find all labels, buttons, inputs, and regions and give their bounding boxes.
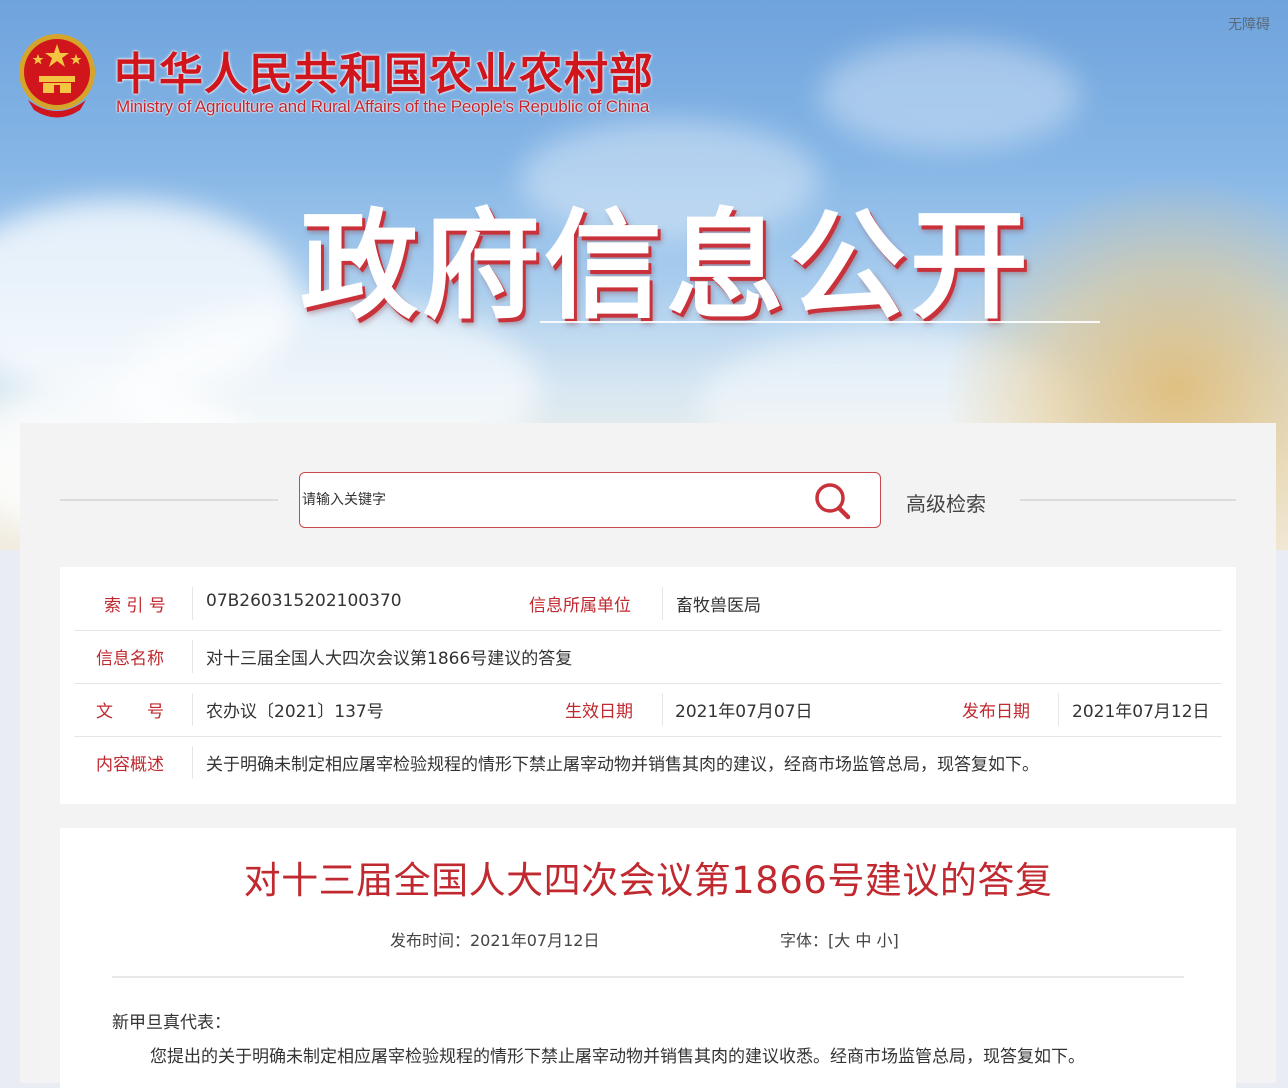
unit-label: 信息所属单位 (529, 596, 631, 616)
font-bracket-close: ] (892, 931, 899, 950)
font-size-large-button[interactable]: 大 (834, 931, 850, 950)
org-name-en: Ministry of Agriculture and Rural Affair… (116, 97, 650, 116)
meta-row-index: 索 引 号 07B260315202100370 信息所属单位 畜牧兽医局 (74, 577, 1222, 631)
banner-divider (540, 321, 1100, 323)
search-divider-right (1020, 499, 1236, 501)
font-size-small-button[interactable]: 小 (876, 931, 892, 950)
index-no-label: 索 引 号 (104, 596, 166, 616)
publish-date-label: 发布日期 (962, 702, 1030, 722)
doc-no-label: 文 号 (96, 702, 164, 722)
advanced-search-link[interactable]: 高级检索 (906, 488, 986, 517)
banner-title: 政府信息公开 (300, 197, 1033, 335)
search-divider-left (60, 499, 278, 501)
org-name-cn: 中华人民共和国农业农村部 (114, 49, 654, 100)
article-paragraph: 您提出的关于明确未制定相应屠宰检验规程的情形下禁止屠宰动物并销售其肉的建议收悉。… (150, 1047, 1085, 1067)
publish-date-value: 2021年07月12日 (1072, 702, 1210, 722)
search-input[interactable]: 请输入关键字 (302, 489, 782, 509)
accessibility-link[interactable]: 无障碍 (1228, 14, 1270, 34)
search-box[interactable]: 请输入关键字 (299, 472, 881, 528)
summary-label: 内容概述 (96, 755, 164, 775)
unit-value: 畜牧兽医局 (676, 596, 761, 616)
effective-date-label: 生效日期 (565, 702, 633, 722)
info-metadata-table: 索 引 号 07B260315202100370 信息所属单位 畜牧兽医局 信息… (60, 567, 1236, 804)
effective-date-value: 2021年07月07日 (675, 702, 813, 722)
summary-value: 关于明确未制定相应屠宰检验规程的情形下禁止屠宰动物并销售其肉的建议，经商市场监管… (206, 755, 1039, 775)
info-name-value: 对十三届全国人大四次会议第1866号建议的答复 (206, 649, 573, 669)
article-card: 对十三届全国人大四次会议第1866号建议的答复 发布时间：2021年07月12日… (60, 828, 1236, 1088)
search-icon[interactable] (812, 480, 854, 522)
main-panel: 请输入关键字 高级检索 索 引 号 07B260315202100370 信息所… (20, 423, 1276, 1088)
info-name-label: 信息名称 (96, 649, 164, 669)
index-no-value: 07B260315202100370 (206, 591, 402, 611)
article-divider (112, 976, 1184, 978)
article-title: 对十三届全国人大四次会议第1866号建议的答复 (243, 859, 1053, 902)
meta-row-name: 信息名称 对十三届全国人大四次会议第1866号建议的答复 (74, 630, 1222, 684)
doc-no-value: 农办议〔2021〕137号 (206, 702, 384, 722)
article-salutation: 新甲旦真代表： (112, 1013, 231, 1033)
font-size-control: 字体：[大 中 小] (780, 927, 899, 951)
font-size-label: 字体： (780, 931, 829, 950)
font-size-medium-button[interactable]: 中 (855, 931, 871, 950)
national-emblem-icon (19, 34, 95, 118)
meta-row-doc: 文 号 农办议〔2021〕137号 生效日期 2021年07月07日 发布日期 … (74, 683, 1222, 737)
publish-time: 发布时间：2021年07月12日 (390, 931, 600, 950)
meta-row-summary: 内容概述 关于明确未制定相应屠宰检验规程的情形下禁止屠宰动物并销售其肉的建议，经… (74, 736, 1222, 789)
